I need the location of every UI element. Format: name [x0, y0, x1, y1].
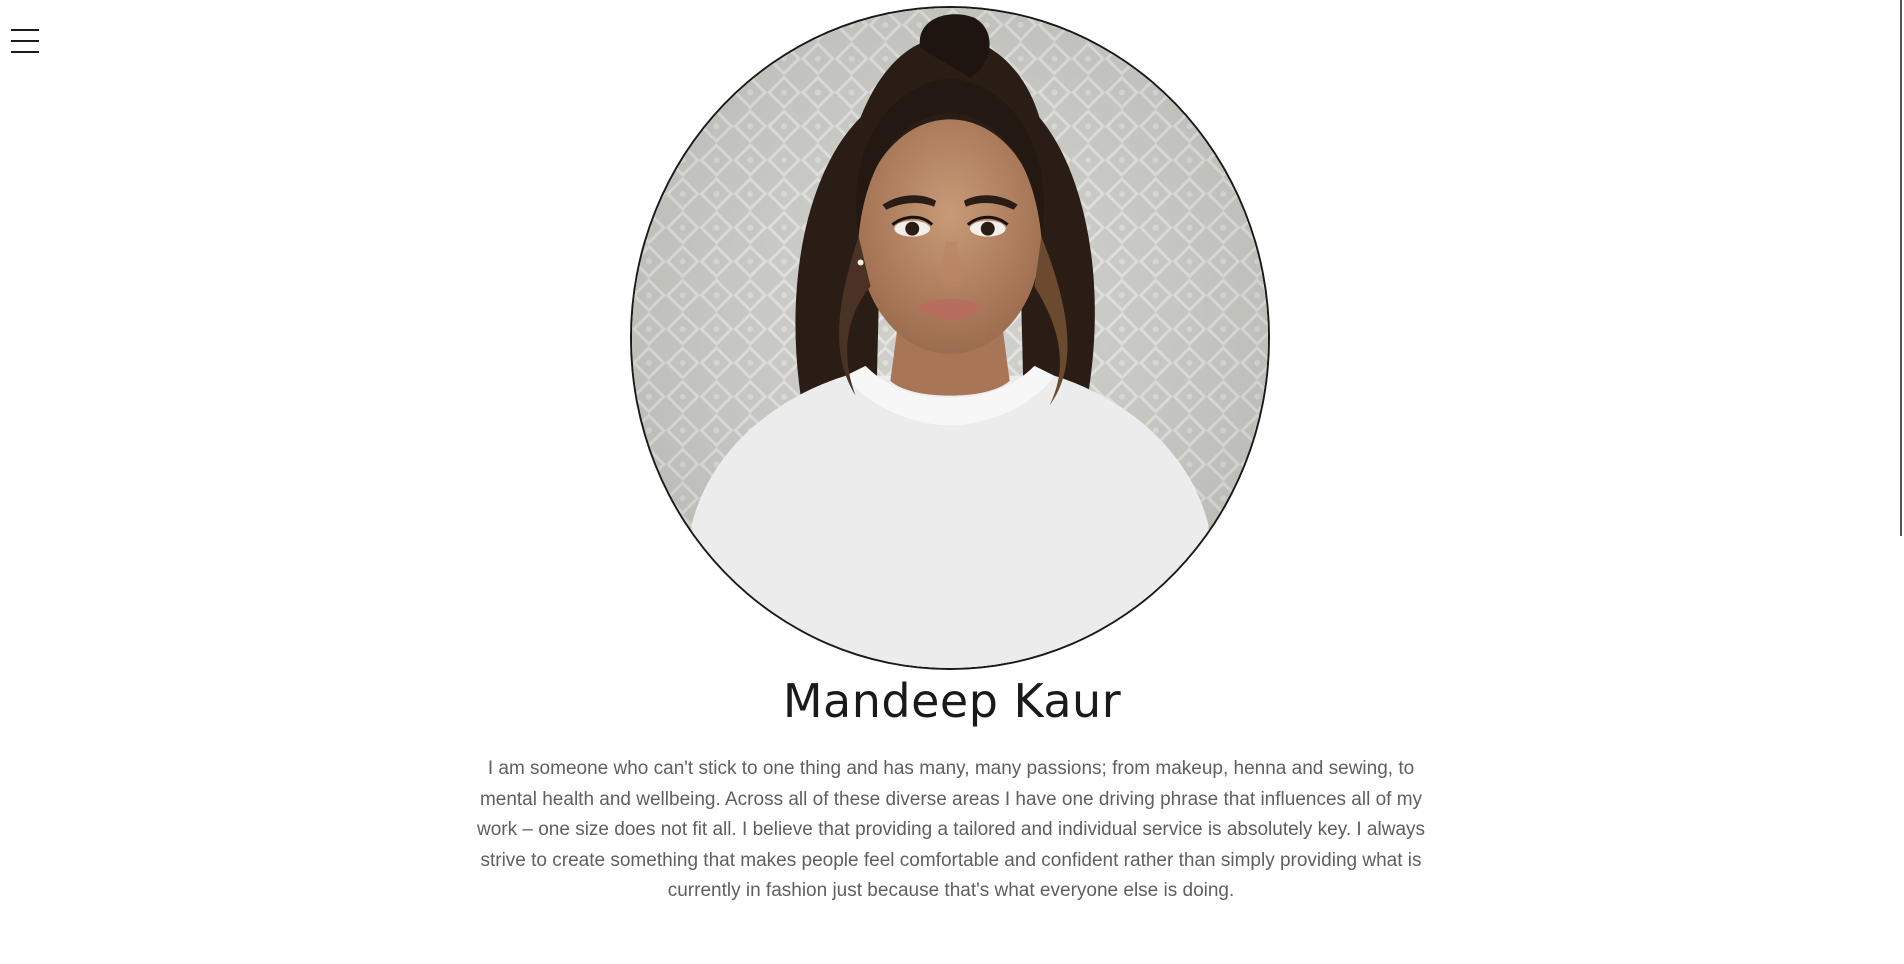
page: Mandeep Kaur I am someone who can't stic… — [0, 0, 1904, 964]
hamburger-menu-button[interactable] — [10, 24, 40, 58]
hamburger-menu-icon — [11, 29, 39, 53]
profile-name: Mandeep Kaur — [782, 674, 1122, 728]
portrait-photo — [630, 6, 1270, 670]
scrollbar-thumb[interactable] — [1900, 0, 1902, 536]
profile-bio: I am someone who can't stick to one thin… — [476, 758, 1426, 901]
page-scrollbar[interactable] — [1897, 0, 1904, 964]
